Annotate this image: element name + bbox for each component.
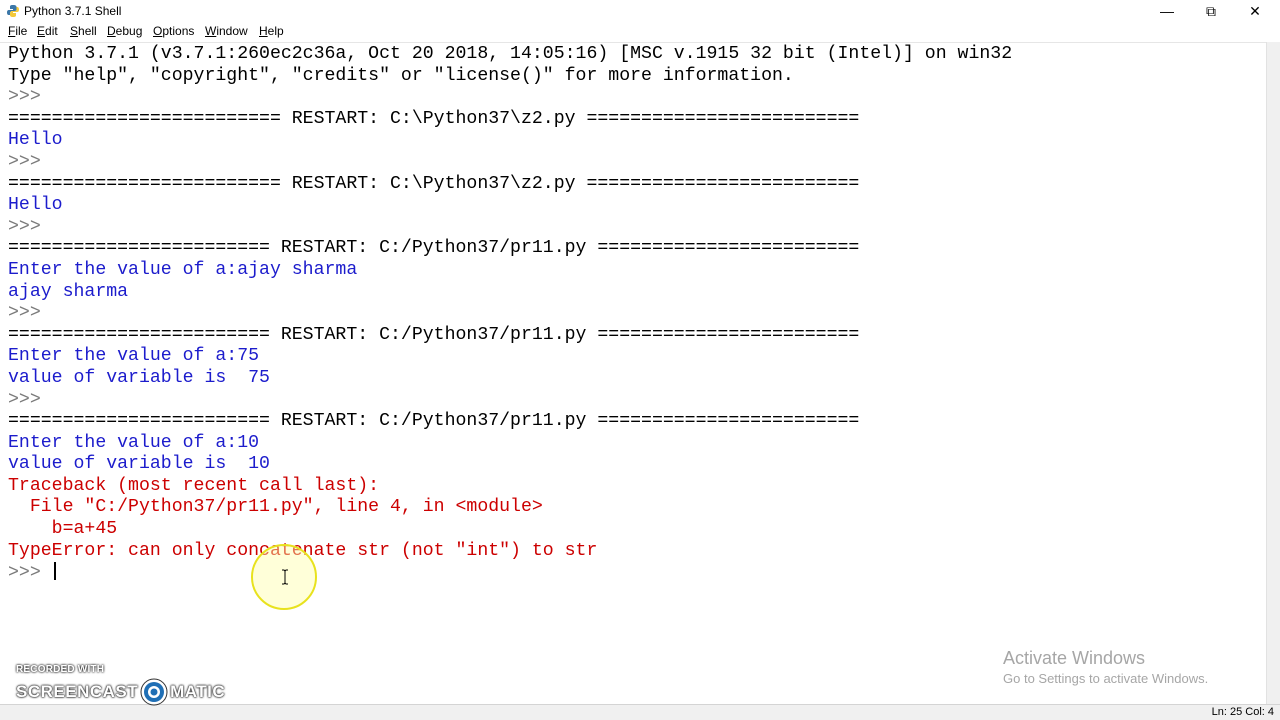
- menu-accelerator: E: [37, 24, 46, 38]
- menu-accelerator: W: [205, 24, 217, 38]
- restore-icon: ⧉: [1206, 2, 1216, 19]
- shell-line: >>>: [8, 151, 52, 172]
- menu-label-rest: ile: [15, 24, 28, 38]
- close-button[interactable]: ✕: [1232, 0, 1278, 22]
- shell-lines: Python 3.7.1 (v3.7.1:260ec2c36a, Oct 20 …: [8, 44, 1012, 584]
- menu-options[interactable]: Options: [153, 24, 194, 38]
- shell-line: value of variable is 75: [8, 367, 270, 388]
- menu-label-rest: hell: [78, 24, 97, 38]
- minimize-button[interactable]: —: [1144, 0, 1190, 22]
- menu-bar: File Edit Shell Debug Options Window Help: [0, 22, 1280, 41]
- title-bar[interactable]: Python 3.7.1 Shell — ⧉ ✕: [0, 0, 1280, 22]
- shell-line: value of variable is 10: [8, 454, 270, 475]
- activate-windows-notice: Activate Windows Go to Settings to activ…: [1003, 648, 1208, 686]
- menu-help[interactable]: Help: [259, 24, 284, 38]
- shell-line: ======================== RESTART: C:/Pyt…: [8, 238, 860, 259]
- maximize-button[interactable]: ⧉: [1188, 0, 1234, 22]
- menu-window[interactable]: Window: [205, 24, 248, 38]
- menu-edit[interactable]: Edit: [37, 24, 58, 38]
- screencast-logo-icon: [140, 678, 168, 706]
- activate-subtitle: Go to Settings to activate Windows.: [1003, 671, 1209, 686]
- shell-line: >>>: [8, 216, 52, 237]
- shell-line: >>>: [8, 87, 52, 108]
- shell-line: Enter the value of a:75: [8, 346, 260, 367]
- minimize-icon: —: [1160, 3, 1174, 19]
- ibeam-cursor-icon: [282, 569, 288, 585]
- vertical-scrollbar[interactable]: [1266, 42, 1280, 704]
- shell-line: Enter the value of a:ajay sharma: [8, 259, 358, 280]
- window-title: Python 3.7.1 Shell: [24, 4, 122, 18]
- shell-line: >>>: [8, 303, 52, 324]
- python-icon: [7, 5, 19, 17]
- shell-output-area[interactable]: Python 3.7.1 (v3.7.1:260ec2c36a, Oct 20 …: [0, 42, 1266, 705]
- menu-file[interactable]: File: [8, 24, 27, 38]
- cursor-position: Ln: 25 Col: 4: [1211, 706, 1274, 718]
- menu-accelerator: O: [153, 24, 163, 38]
- shell-line: b=a+45: [8, 519, 118, 540]
- menu-label-rest: ebug: [115, 24, 143, 38]
- watermark-logo-row: SCREENCAST MATIC: [16, 677, 225, 707]
- shell-line: Hello: [8, 130, 63, 151]
- shell-line: Enter the value of a:10: [8, 432, 260, 453]
- shell-active-prompt[interactable]: >>>: [8, 562, 1012, 584]
- close-icon: ✕: [1249, 2, 1261, 19]
- shell-line: TypeError: can only concatenate str (not…: [8, 540, 598, 561]
- shell-line: Traceback (most recent call last):: [8, 475, 380, 496]
- shell-line: Hello: [8, 195, 63, 216]
- shell-line: Type "help", "copyright", "credits" or "…: [8, 65, 794, 86]
- shell-line: ======================== RESTART: C:/Pyt…: [8, 324, 860, 345]
- shell-line: ========================= RESTART: C:\Py…: [8, 173, 860, 194]
- menu-shell[interactable]: Shell: [70, 24, 97, 38]
- menu-label-rest: indow: [216, 24, 248, 38]
- menu-label-rest: dit: [45, 24, 58, 38]
- watermark-left-word: SCREENCAST: [16, 682, 139, 701]
- screencast-watermark: RECORDED WITH SCREENCAST MATIC: [16, 664, 225, 707]
- watermark-recorded-with: RECORDED WITH: [16, 664, 105, 675]
- menu-accelerator: H: [259, 24, 268, 38]
- menu-debug[interactable]: Debug: [107, 24, 142, 38]
- shell-line: >>>: [8, 389, 52, 410]
- menu-accelerator: S: [70, 24, 79, 38]
- text-cursor: [53, 562, 56, 581]
- shell-line: ========================= RESTART: C:\Py…: [8, 108, 860, 129]
- shell-line: File "C:/Python37/pr11.py", line 4, in <…: [8, 497, 543, 518]
- watermark-right-word: MATIC: [170, 682, 226, 701]
- menu-label-rest: elp: [267, 24, 284, 38]
- shell-line: ======================== RESTART: C:/Pyt…: [8, 411, 860, 432]
- menu-accelerator: D: [107, 24, 116, 38]
- menu-label-rest: ptions: [162, 24, 195, 38]
- activate-title: Activate Windows: [1003, 648, 1146, 668]
- shell-line: ajay sharma: [8, 281, 129, 302]
- prompt-text: >>>: [8, 563, 52, 584]
- shell-line: Python 3.7.1 (v3.7.1:260ec2c36a, Oct 20 …: [8, 44, 1013, 64]
